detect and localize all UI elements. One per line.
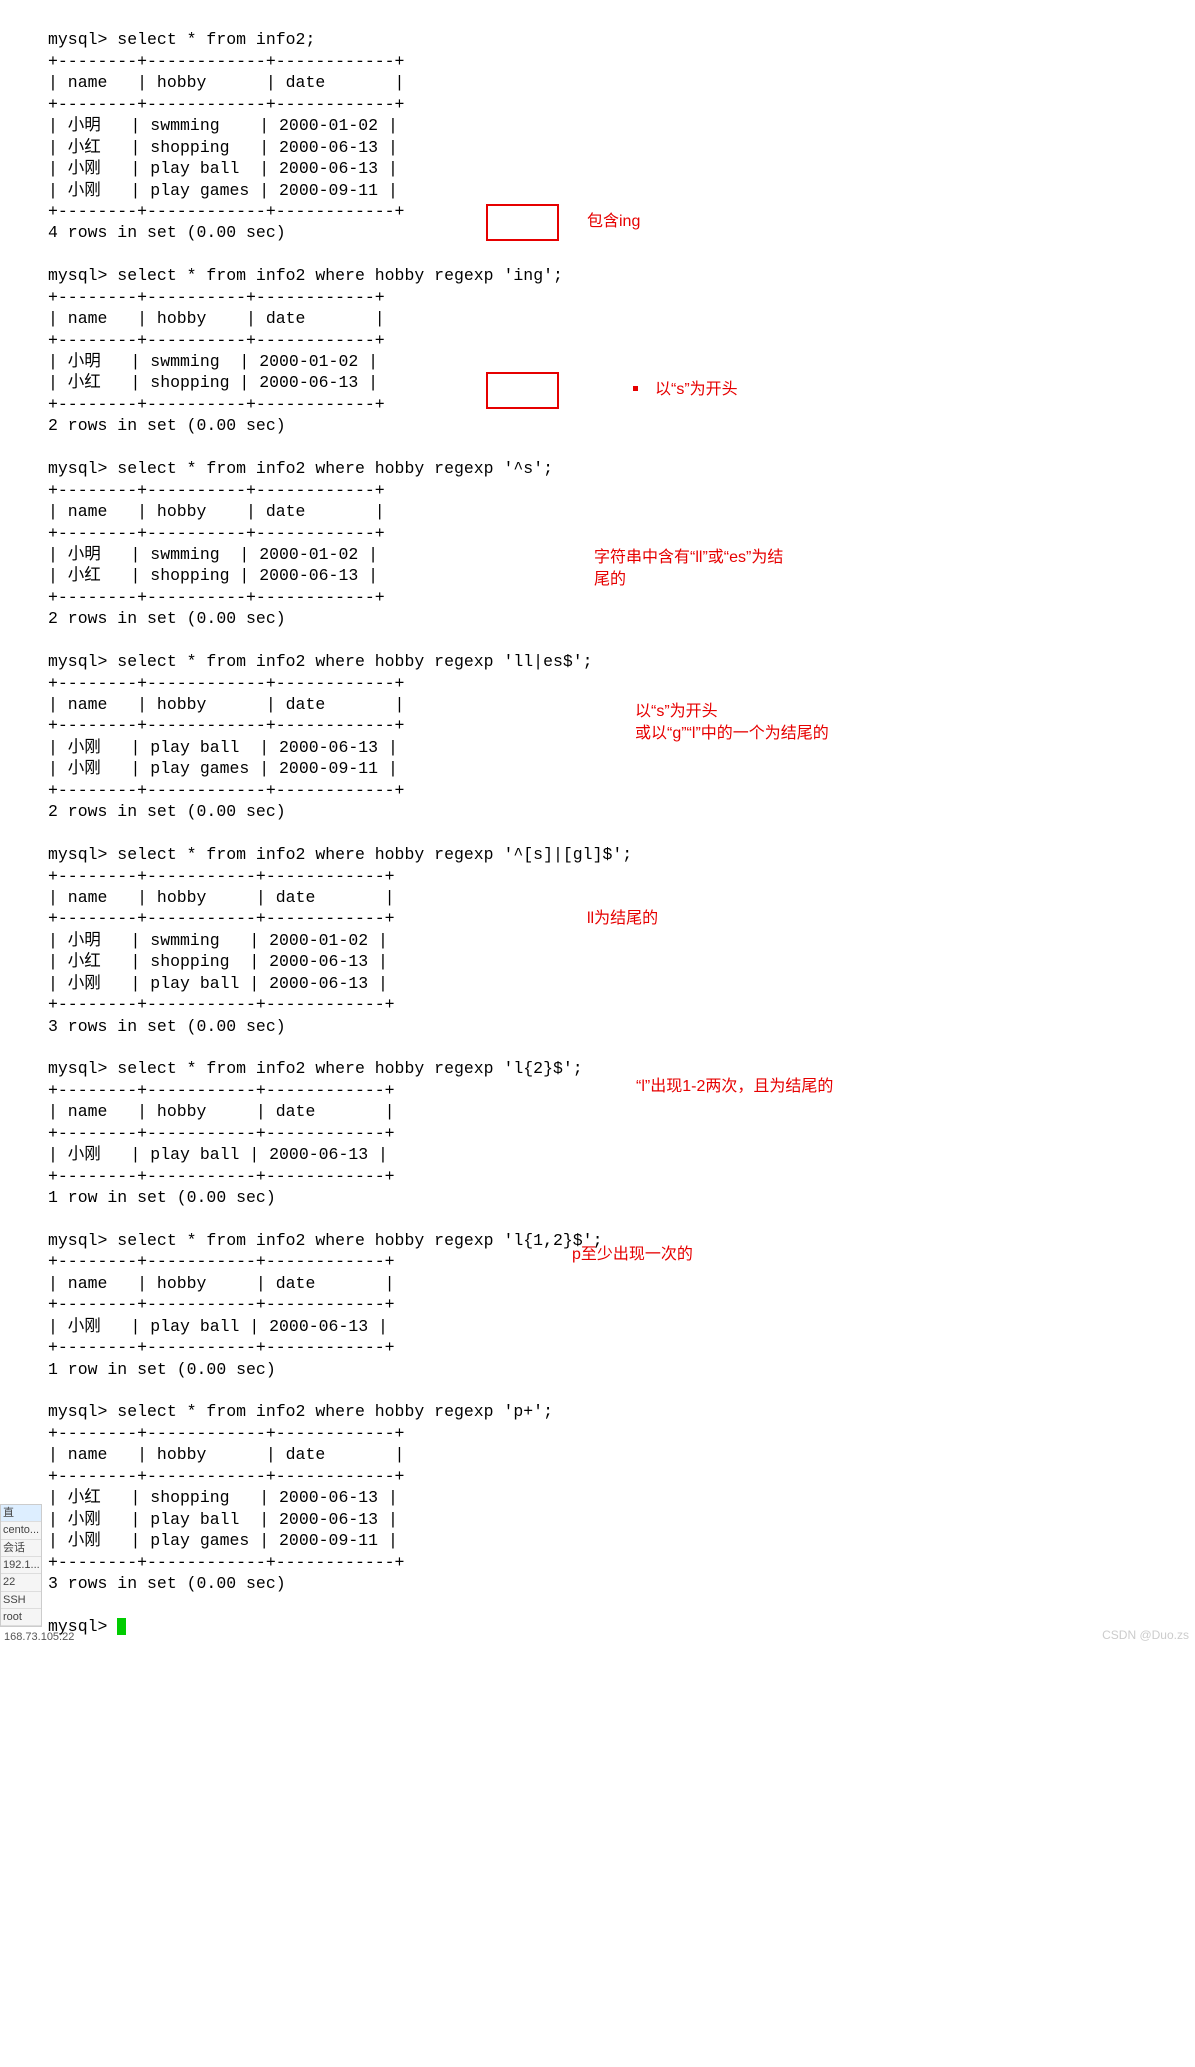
q5-table: +--------+-----------+------------+ | na… (48, 867, 395, 1015)
q6-table: +--------+-----------+------------+ | na… (48, 1081, 395, 1186)
sidebar-item[interactable]: SSH (1, 1592, 41, 1609)
q8-result: 3 rows in set (0.00 sec) (48, 1574, 286, 1593)
q3-result: 2 rows in set (0.00 sec) (48, 609, 286, 628)
sidebar-item[interactable]: 会话 (1, 1540, 41, 1557)
terminal-output: mysql> select * from info2; +--------+--… (0, 0, 1195, 1645)
sidebar-item[interactable]: 直 (1, 1505, 41, 1522)
q2-table: +--------+----------+------------+ | nam… (48, 288, 385, 414)
red-dot (633, 386, 638, 391)
annotation-s-gl: 以“s”为开头 或以“g”“l”中的一个为结尾的 (635, 701, 835, 746)
status-bar: 168.73.105:22 (0, 1629, 78, 1645)
q5-result: 3 rows in set (0.00 sec) (48, 1017, 286, 1036)
session-sidebar[interactable]: 直 cento... 会话 192.1... 22 SSH root (0, 1504, 42, 1627)
annotation-ing: 包含ing (587, 211, 640, 233)
watermark: CSDN @Duo.zs (1102, 1628, 1189, 1644)
q4-result: 2 rows in set (0.00 sec) (48, 802, 286, 821)
annotation-l12: “l”出现1-2两次，且为结尾的 (636, 1076, 836, 1098)
q1-result: 4 rows in set (0.00 sec) (48, 223, 286, 242)
q2-prompt-b: 'ing'; (503, 266, 562, 285)
q2-prompt-a: mysql> select * from info2 where hobby r… (48, 266, 503, 285)
q3-prompt-a: mysql> select * from info2 where hobby r… (48, 459, 503, 478)
q6-prompt: mysql> select * from info2 where hobby r… (48, 1059, 583, 1078)
annotation-caret-s: 以“s”为开头 (655, 379, 738, 401)
sidebar-item[interactable]: cento... (1, 1522, 41, 1539)
annotation-pplus: p至少出现一次的 (572, 1244, 693, 1266)
q3-table: +--------+----------+------------+ | nam… (48, 481, 385, 607)
q8-prompt: mysql> select * from info2 where hobby r… (48, 1402, 553, 1421)
q3-prompt-b: '^s'; (503, 459, 553, 478)
sidebar-item[interactable]: root (1, 1609, 41, 1626)
cursor-icon (117, 1618, 126, 1635)
q7-table: +--------+-----------+------------+ | na… (48, 1252, 395, 1357)
annotation-l2: ll为结尾的 (587, 908, 658, 930)
q8-table: +--------+------------+------------+ | n… (48, 1424, 404, 1572)
q7-result: 1 row in set (0.00 sec) (48, 1360, 276, 1379)
q5-prompt: mysql> select * from info2 where hobby r… (48, 845, 632, 864)
q4-prompt: mysql> select * from info2 where hobby r… (48, 652, 593, 671)
q1-table: +--------+------------+------------+ | n… (48, 52, 404, 221)
sidebar-item[interactable]: 22 (1, 1574, 41, 1591)
annotation-ll-es: 字符串中含有“ll”或“es”为结尾的 (594, 547, 794, 592)
sidebar-item[interactable]: 192.1... (1, 1557, 41, 1574)
q1-prompt: mysql> select * from info2; (48, 30, 315, 49)
q6-result: 1 row in set (0.00 sec) (48, 1188, 276, 1207)
q4-table: +--------+------------+------------+ | n… (48, 674, 404, 800)
q7-prompt: mysql> select * from info2 where hobby r… (48, 1231, 603, 1250)
highlight-box-caret-s (486, 372, 559, 409)
highlight-box-ing (486, 204, 559, 241)
q2-result: 2 rows in set (0.00 sec) (48, 416, 286, 435)
